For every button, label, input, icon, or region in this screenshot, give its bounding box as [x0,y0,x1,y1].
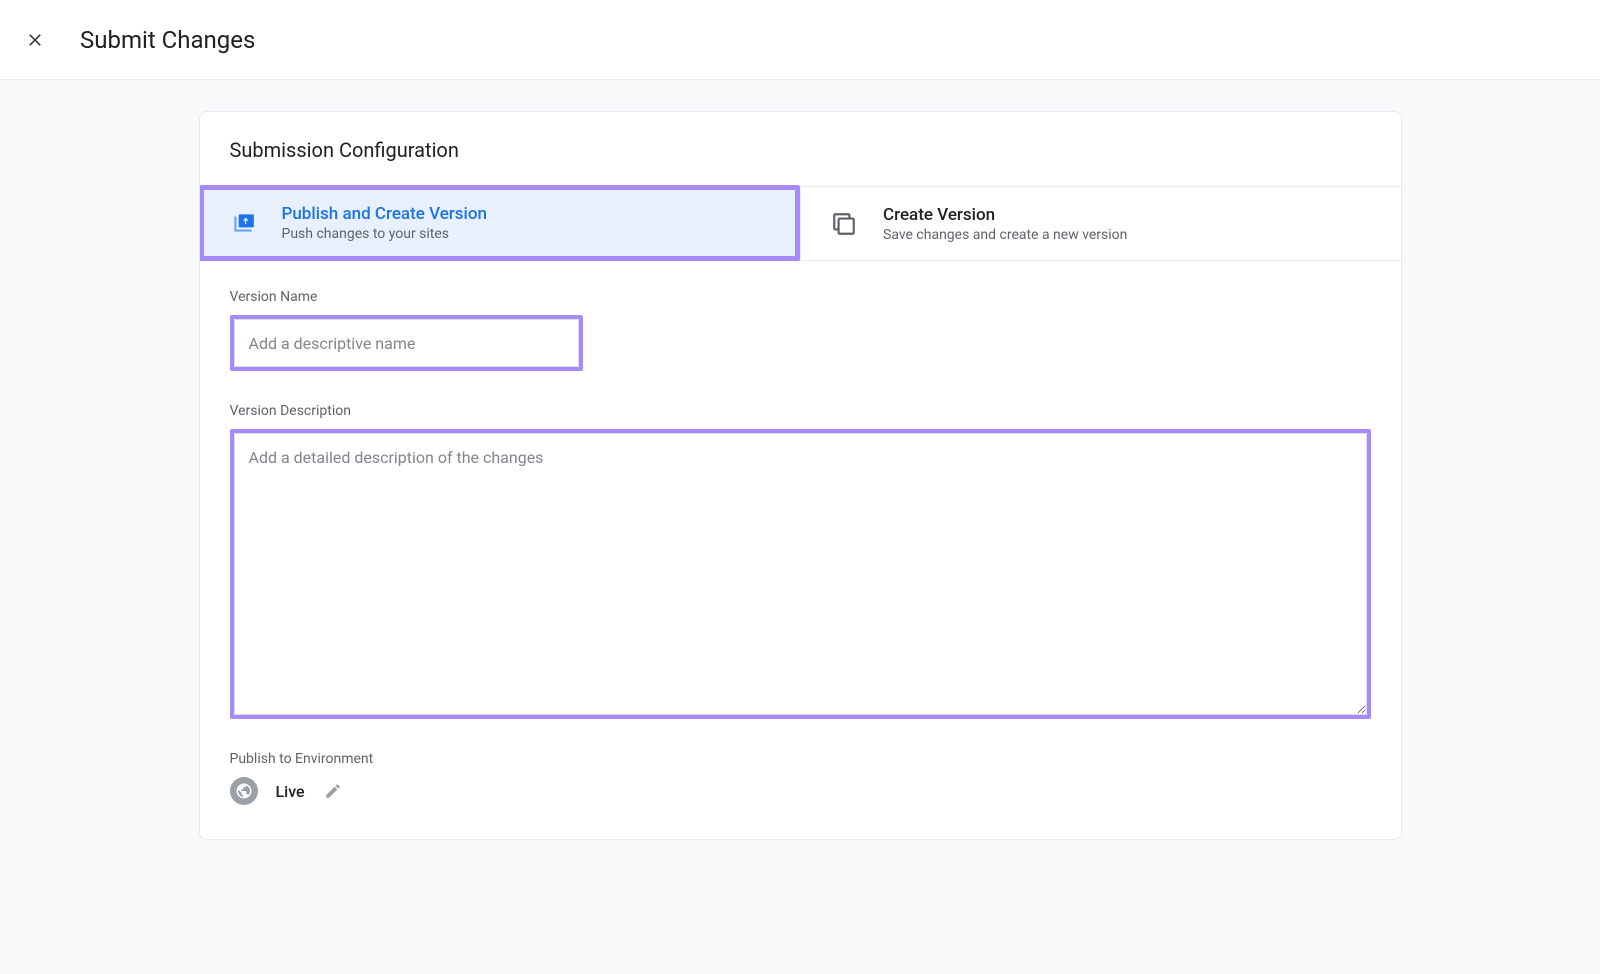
edit-environment-button[interactable] [323,781,343,801]
version-name-input[interactable] [234,319,579,367]
submission-card: Submission Configuration Publish and Cre… [199,111,1402,840]
version-name-highlight [230,315,583,371]
version-description-highlight [230,429,1371,719]
option-publish-and-create-version[interactable]: Publish and Create Version Push changes … [199,185,801,261]
option-create-version[interactable]: Create Version Save changes and create a… [800,186,1401,260]
options-row: Publish and Create Version Push changes … [200,186,1401,261]
option-text: Create Version Save changes and create a… [883,205,1127,243]
version-description-input[interactable] [234,433,1367,715]
publish-icon [228,208,258,238]
option-subtitle: Push changes to your sites [282,226,488,242]
version-name-label: Version Name [230,289,1371,305]
globe-icon [230,777,258,805]
pencil-icon [324,782,342,800]
close-button[interactable] [22,27,48,53]
environment-row: Live [230,777,1371,805]
option-title: Publish and Create Version [282,204,488,224]
publish-environment-label: Publish to Environment [230,751,1371,767]
card-heading: Submission Configuration [200,112,1401,186]
header: Submit Changes [0,0,1600,80]
version-description-label: Version Description [230,403,1371,419]
page-title: Submit Changes [80,26,255,54]
card-body: Version Name Version Description Publish… [200,261,1401,839]
content-area: Submission Configuration Publish and Cre… [0,80,1600,974]
close-icon [25,30,45,50]
option-title: Create Version [883,205,1127,225]
environment-value: Live [276,782,305,801]
option-subtitle: Save changes and create a new version [883,227,1127,243]
option-text: Publish and Create Version Push changes … [282,204,488,242]
create-version-icon [829,209,859,239]
